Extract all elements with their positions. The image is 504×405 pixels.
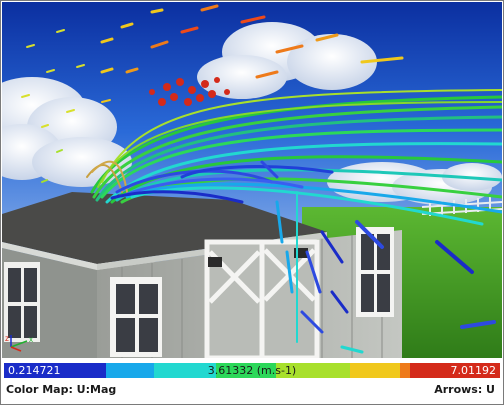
colormap-label: Color Map: U:Mag <box>6 383 117 396</box>
orientation-axes: z x <box>5 329 45 353</box>
visualization-window: z x 0.214721 3.61332 (m.s-1) 7.01192 Col… <box>0 0 504 405</box>
scene-render[interactable] <box>2 2 502 358</box>
arrows-label: Arrows: U <box>434 383 495 396</box>
shed-window-left <box>110 277 162 357</box>
3d-viewport[interactable] <box>2 2 502 358</box>
axis-x-label: x <box>29 335 33 344</box>
colorbar-max-value: 7.01192 <box>410 363 500 378</box>
axis-y-line <box>10 340 28 348</box>
shed-doors <box>204 239 320 358</box>
colorbar-min-value: 0.214721 <box>4 363 106 378</box>
status-bar: Color Map: U:Mag Arrows: U <box>1 382 503 398</box>
colorbar-mid-value: 3.61332 (m.s-1) <box>207 364 297 377</box>
colorbar-seg-2 <box>106 363 154 378</box>
axis-x-line <box>10 346 22 352</box>
colorbar-seg-6 <box>350 363 400 378</box>
axis-z-label: z <box>5 334 9 343</box>
color-legend-bar: 0.214721 3.61332 (m.s-1) 7.01192 <box>4 363 500 378</box>
